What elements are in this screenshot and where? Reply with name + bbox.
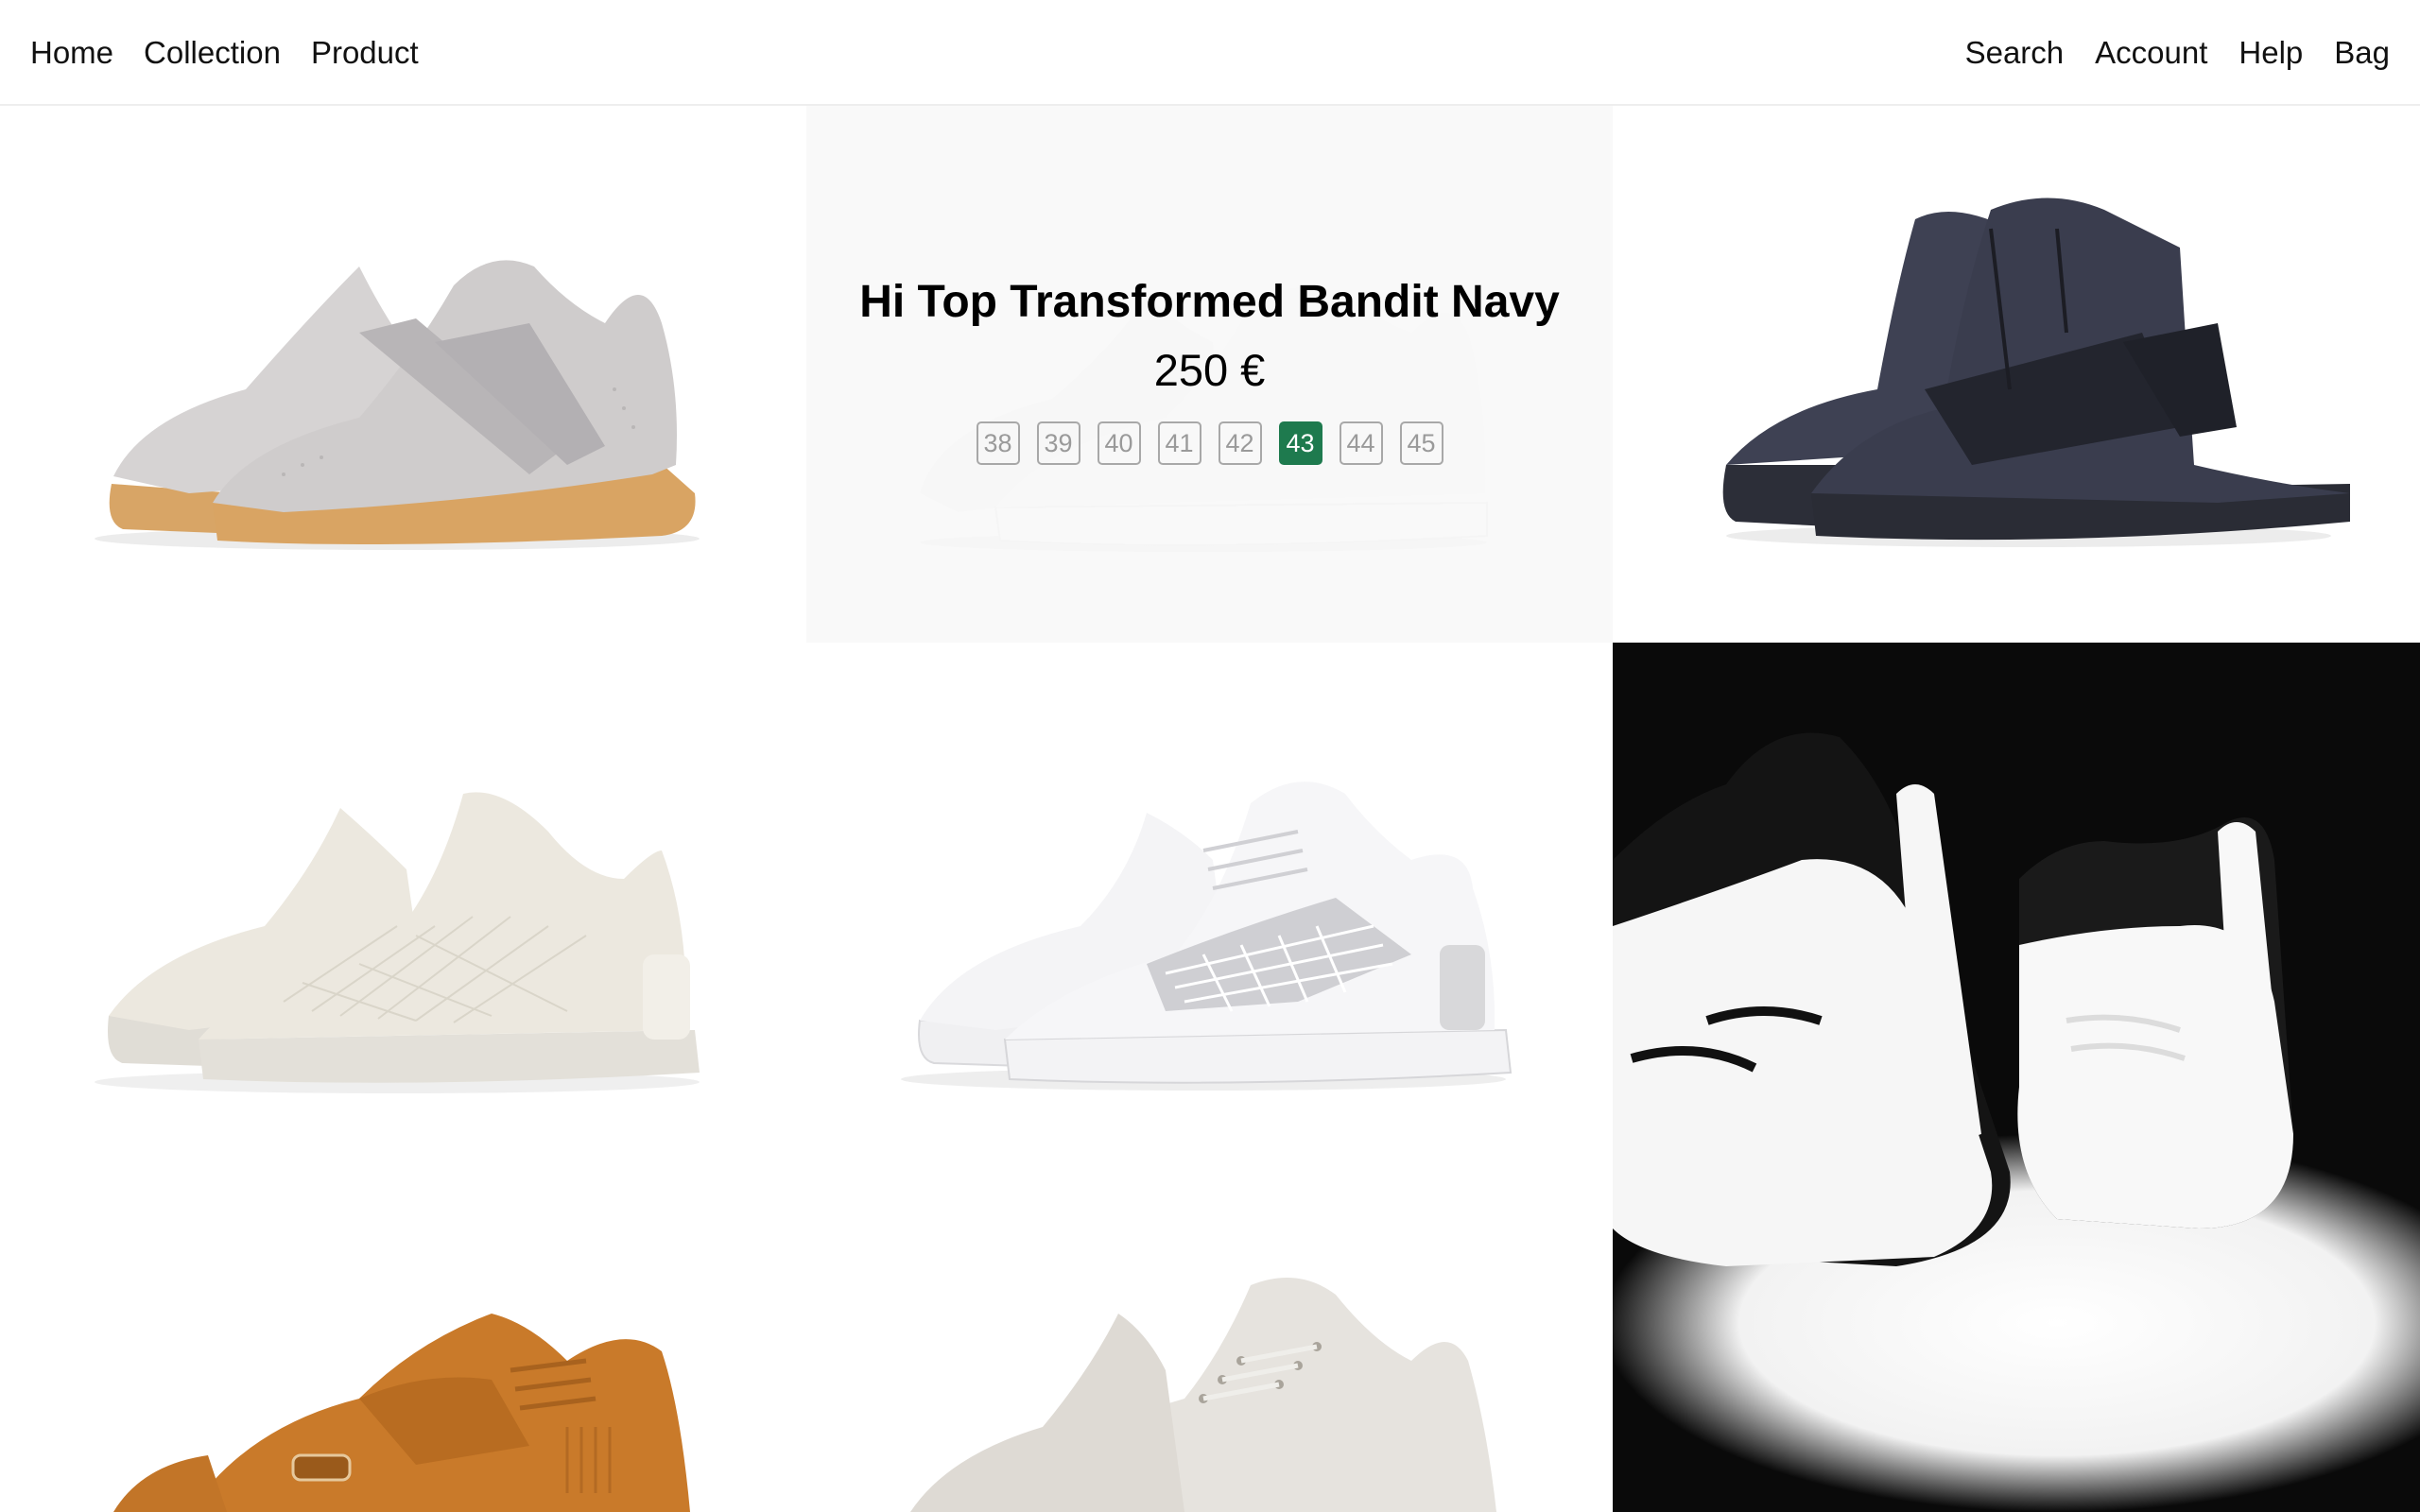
product-tile-navy-high-top[interactable] <box>1613 106 2420 643</box>
size-option-42[interactable]: 42 <box>1218 421 1262 465</box>
size-option-41[interactable]: 41 <box>1157 421 1201 465</box>
nav-link-home[interactable]: Home <box>30 35 113 71</box>
grey-gum-strap-sneaker-image <box>95 260 700 550</box>
navy-high-top-image <box>1722 198 2350 547</box>
size-option-38[interactable]: 38 <box>976 421 1020 465</box>
size-option-40[interactable]: 40 <box>1097 421 1141 465</box>
size-option-39[interactable]: 39 <box>1036 421 1080 465</box>
product-price: 250 € <box>1153 345 1266 395</box>
size-option-44[interactable]: 44 <box>1339 421 1383 465</box>
product-tile-cream-woven-slip-on[interactable] <box>0 643 806 1181</box>
nav-link-search[interactable]: Search <box>1965 35 2065 71</box>
nav-link-product[interactable]: Product <box>311 35 419 71</box>
product-tile-offwhite-leather-low-top[interactable] <box>806 1181 1613 1512</box>
spotlight-white-high-tops-image <box>1613 732 2420 1512</box>
featured-product-info: Hi Top Transformed Bandit Navy 250 € 38 … <box>806 106 1613 643</box>
product-title: Hi Top Transformed Bandit Navy <box>859 277 1560 327</box>
product-tile-white-mesh-low-top[interactable] <box>806 643 1613 1181</box>
nav-link-bag[interactable]: Bag <box>2334 35 2390 71</box>
nav-link-help[interactable]: Help <box>2238 35 2303 71</box>
size-option-43-selected[interactable]: 43 <box>1278 421 1322 465</box>
tan-suede-fringe-sneaker-image <box>113 1314 690 1512</box>
product-tile-spotlight-white-high-tops[interactable] <box>1613 643 2420 1512</box>
white-mesh-low-top-image <box>901 782 1512 1091</box>
nav-link-collection[interactable]: Collection <box>144 35 281 71</box>
primary-nav: Home Collection Product <box>30 0 449 106</box>
featured-product-tile[interactable]: Hi Top Transformed Bandit Navy 250 € 38 … <box>806 106 1613 643</box>
size-selector: 38 39 40 41 42 43 44 45 <box>806 421 1613 465</box>
product-tile-grey-gum-strap-sneaker[interactable] <box>0 106 806 643</box>
utility-nav: Search Account Help Bag <box>1934 0 2390 106</box>
nav-link-account[interactable]: Account <box>2095 35 2207 71</box>
size-option-45[interactable]: 45 <box>1399 421 1443 465</box>
offwhite-leather-low-top-image <box>910 1278 1496 1512</box>
top-navigation-bar: Home Collection Product Search Account H… <box>0 0 2420 106</box>
cream-woven-slip-on-image <box>95 792 700 1093</box>
product-tile-tan-suede-fringe-sneaker[interactable] <box>0 1181 806 1512</box>
